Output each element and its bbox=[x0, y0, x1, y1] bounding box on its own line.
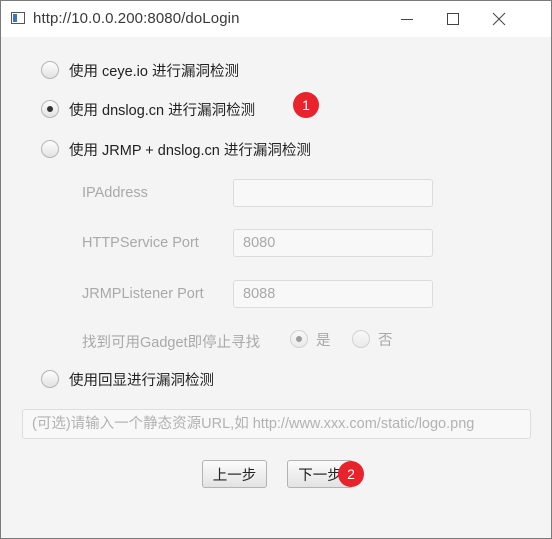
radio-dnslog[interactable]: 使用 dnslog.cn 进行漏洞检测 bbox=[41, 98, 255, 120]
radio-echo[interactable]: 使用回显进行漏洞检测 bbox=[41, 368, 214, 390]
radio-dnslog-label: 使用 dnslog.cn 进行漏洞检测 bbox=[69, 102, 256, 119]
maximize-button[interactable] bbox=[430, 1, 476, 37]
app-icon bbox=[11, 12, 25, 24]
dialog-window: http://10.0.0.200:8080/doLogin 使用 ceye.i… bbox=[0, 0, 552, 539]
radio-stop-yes-label: 是 bbox=[316, 332, 331, 349]
content-area: 使用 ceye.io 进行漏洞检测 使用 dnslog.cn 进行漏洞检测 使用… bbox=[1, 37, 551, 538]
radio-jrmp[interactable]: 使用 JRMP + dnslog.cn 进行漏洞检测 bbox=[41, 138, 311, 160]
minimize-icon bbox=[401, 19, 413, 20]
maximize-icon bbox=[447, 13, 459, 25]
stop-search-label: 找到可用Gadget即停止寻找 bbox=[82, 335, 261, 351]
radio-echo-label: 使用回显进行漏洞检测 bbox=[69, 372, 214, 389]
http-port-label: HTTPService Port bbox=[82, 235, 199, 251]
annotation-badge-1: 1 bbox=[293, 92, 319, 118]
title-bar[interactable]: http://10.0.0.200:8080/doLogin bbox=[1, 1, 551, 37]
prev-button[interactable]: 上一步 bbox=[202, 460, 267, 488]
http-port-input[interactable] bbox=[233, 229, 433, 257]
ip-address-input[interactable] bbox=[233, 179, 433, 207]
window-title: http://10.0.0.200:8080/doLogin bbox=[33, 10, 240, 27]
radio-ceye-label: 使用 ceye.io 进行漏洞检测 bbox=[69, 63, 239, 80]
ip-address-label: IPAddress bbox=[82, 185, 148, 201]
listener-port-input[interactable] bbox=[233, 280, 433, 308]
radio-dnslog-circle[interactable] bbox=[41, 100, 59, 118]
radio-stop-no[interactable]: 否 bbox=[352, 328, 393, 350]
radio-stop-yes[interactable]: 是 bbox=[290, 328, 331, 350]
radio-ceye[interactable]: 使用 ceye.io 进行漏洞检测 bbox=[41, 59, 239, 81]
radio-ceye-circle[interactable] bbox=[41, 61, 59, 79]
radio-stop-no-label: 否 bbox=[378, 332, 393, 349]
radio-stop-yes-circle[interactable] bbox=[290, 330, 308, 348]
close-button[interactable] bbox=[476, 1, 522, 37]
radio-stop-no-circle[interactable] bbox=[352, 330, 370, 348]
close-icon bbox=[492, 12, 506, 26]
annotation-badge-2: 2 bbox=[338, 461, 364, 487]
listener-port-label: JRMPListener Port bbox=[82, 286, 204, 302]
static-url-input[interactable] bbox=[22, 409, 531, 439]
radio-jrmp-label: 使用 JRMP + dnslog.cn 进行漏洞检测 bbox=[69, 142, 311, 159]
radio-jrmp-circle[interactable] bbox=[41, 140, 59, 158]
minimize-button[interactable] bbox=[384, 1, 430, 37]
radio-echo-circle[interactable] bbox=[41, 370, 59, 388]
